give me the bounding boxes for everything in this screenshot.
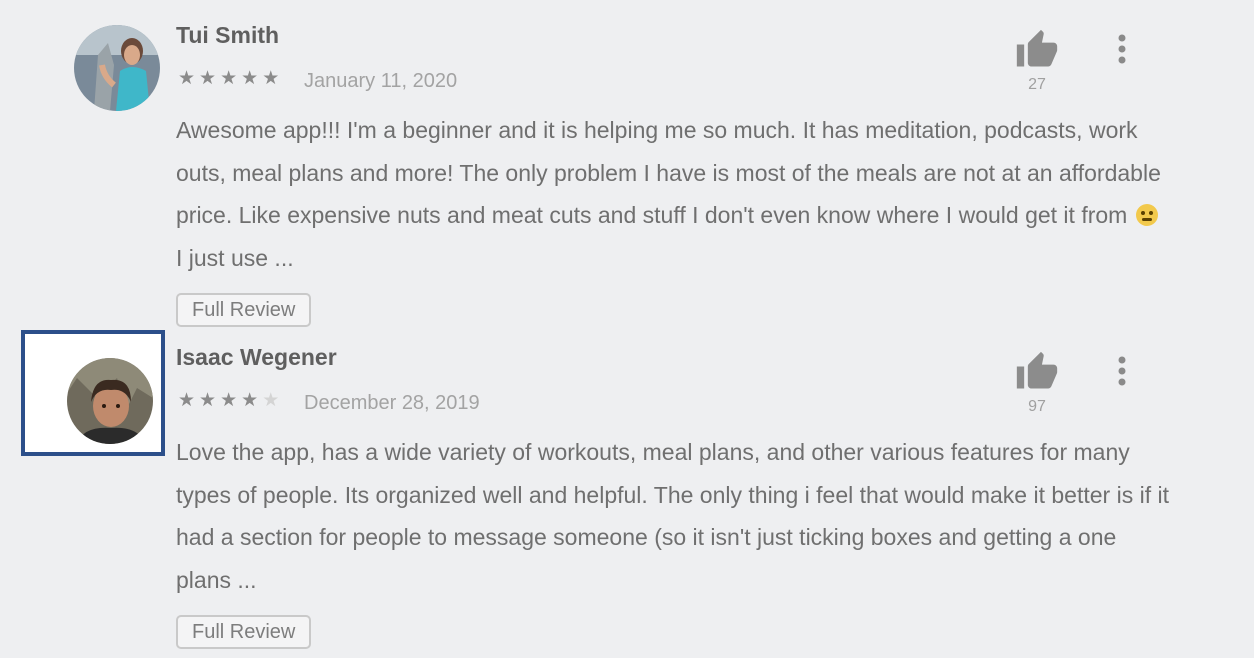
star-icon: ★ — [178, 389, 196, 411]
more-options-button[interactable] — [1108, 354, 1136, 394]
like-button[interactable]: 27 — [1014, 28, 1060, 94]
star-icon: ★ — [199, 67, 217, 89]
star-icon: ★ — [241, 389, 259, 411]
review-date: December 28, 2019 — [304, 392, 480, 414]
star-empty-icon: ★ — [262, 389, 280, 411]
review-text-part: Awesome app!!! I'm a beginner and it is … — [176, 117, 1161, 229]
avatar-photo — [74, 25, 160, 111]
star-rating: ★ ★ ★ ★ ★ — [178, 388, 279, 412]
avatar-photo — [67, 358, 153, 444]
review-date: January 11, 2020 — [304, 70, 458, 92]
review-author: Tui Smith — [176, 22, 280, 48]
like-button[interactable]: 97 — [1014, 350, 1060, 416]
thinking-face-emoji-icon — [1135, 204, 1158, 227]
more-vertical-icon — [1118, 34, 1126, 64]
review-text: Love the app, has a wide variety of work… — [176, 439, 1169, 594]
like-count: 97 — [1028, 398, 1046, 415]
more-vertical-icon — [1118, 356, 1126, 386]
star-icon: ★ — [241, 67, 259, 89]
avatar-highlight-frame — [21, 330, 165, 456]
full-review-button[interactable]: Full Review — [176, 615, 312, 649]
star-icon: ★ — [262, 67, 280, 89]
star-icon: ★ — [178, 67, 196, 89]
full-review-button[interactable]: Full Review — [176, 293, 312, 327]
more-options-button[interactable] — [1108, 32, 1136, 72]
star-icon: ★ — [220, 67, 238, 89]
thumbs-up-icon — [1016, 351, 1058, 389]
like-count: 27 — [1028, 76, 1046, 93]
review-author: Isaac Wegener — [176, 344, 337, 370]
star-icon: ★ — [199, 389, 217, 411]
review-text: Awesome app!!! I'm a beginner and it is … — [176, 109, 1176, 280]
review-text-part: I just use ... — [176, 245, 294, 272]
star-icon: ★ — [220, 389, 238, 411]
thumbs-up-icon — [1016, 29, 1058, 67]
avatar[interactable] — [74, 25, 160, 111]
avatar[interactable] — [67, 358, 153, 444]
star-rating: ★ ★ ★ ★ ★ — [178, 66, 279, 90]
